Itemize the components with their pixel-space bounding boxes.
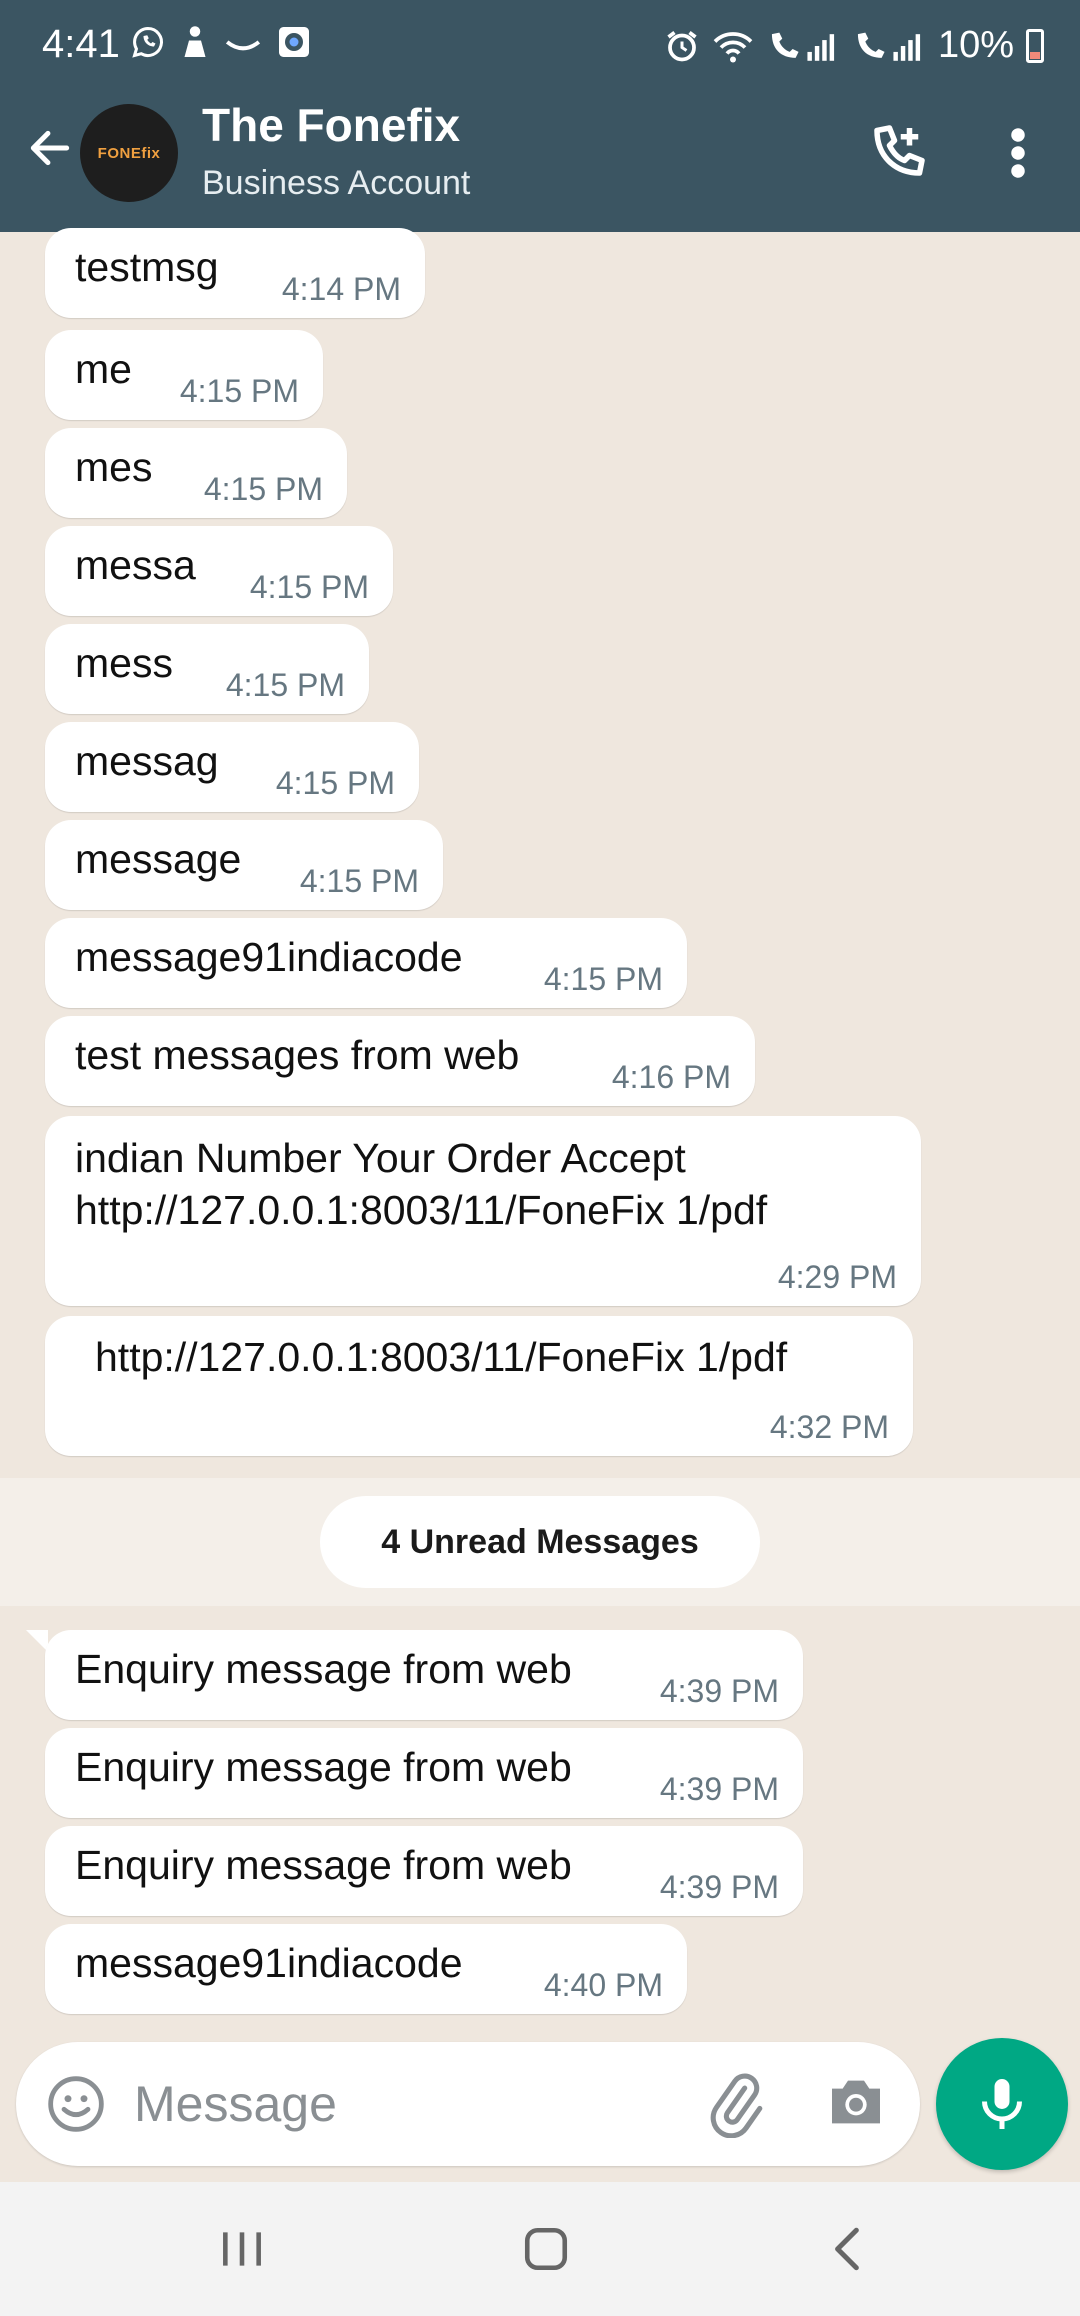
message-time: 4:14 PM [281, 271, 401, 307]
home-icon [524, 2227, 568, 2271]
message-time: 4:39 PM [659, 1673, 779, 1709]
message-text: mess [75, 640, 173, 686]
avatar[interactable]: FONEfix [80, 104, 178, 202]
message-text: message [75, 836, 242, 882]
battery-percent: 10% [937, 24, 1014, 66]
camera-button[interactable] [824, 2072, 892, 2136]
message-time: 4:29 PM [777, 1259, 897, 1295]
message-time: 4:15 PM [179, 373, 299, 409]
bubble-tail [26, 1630, 48, 1652]
recents-icon [223, 2232, 261, 2266]
person-icon [184, 26, 206, 57]
message-time: 4:15 PM [225, 667, 345, 703]
emoji-button[interactable] [44, 2072, 108, 2136]
status-bar: 4:41 10% [0, 0, 1080, 92]
back-nav-button[interactable] [808, 2214, 888, 2284]
message-bubble[interactable]: Enquiry message from web 4:39 PM [45, 1630, 803, 1720]
message-text: message91indiacode [75, 934, 463, 980]
message-time: 4:40 PM [543, 1967, 663, 2003]
system-nav-bar [0, 2182, 1080, 2316]
chevron-left-icon [835, 2227, 859, 2271]
message-time: 4:15 PM [299, 863, 419, 899]
message-bubble[interactable]: Enquiry message from web 4:39 PM [45, 1728, 803, 1818]
status-left-icons [130, 24, 312, 60]
message-text: indian Number Your Order Accept http://1… [75, 1135, 768, 1233]
contact-name[interactable]: The Fonefix [202, 98, 460, 152]
more-options-button[interactable] [1000, 118, 1036, 188]
message-bubble[interactable]: message91indiacode 4:40 PM [45, 1924, 687, 2014]
unread-messages-label: 4 Unread Messages [320, 1496, 760, 1588]
message-time: 4:15 PM [275, 765, 395, 801]
message-text: http://127.0.0.1:8003/11/FoneFix 1/pdf [95, 1334, 788, 1380]
status-time: 4:41 [42, 22, 120, 66]
message-time: 4:15 PM [203, 471, 323, 507]
message-composer [16, 2042, 920, 2166]
recent-apps-button[interactable] [202, 2214, 282, 2284]
message-input[interactable] [134, 2064, 694, 2144]
message-text: messa [75, 542, 196, 588]
status-right-icons: 10% [664, 24, 1044, 67]
battery-icon [1026, 28, 1044, 63]
message-text: Enquiry message from web [75, 1646, 572, 1692]
message-text: messag [75, 738, 219, 784]
paperclip-icon [710, 2073, 763, 2139]
message-time: 4:16 PM [611, 1059, 731, 1095]
more-vertical-icon [1011, 128, 1025, 178]
message-time: 4:32 PM [769, 1409, 889, 1445]
emoji-icon [48, 2076, 104, 2132]
message-text: testmsg [75, 244, 219, 290]
microphone-icon [982, 2079, 1022, 2129]
message-bubble[interactable]: mes 4:15 PM [45, 428, 347, 518]
message-time: 4:15 PM [249, 569, 369, 605]
message-bubble[interactable]: messa 4:15 PM [45, 526, 393, 616]
add-call-button[interactable] [862, 118, 932, 188]
arrow-left-icon [30, 130, 70, 166]
wifi-icon [713, 31, 753, 62]
message-text: Enquiry message from web [75, 1842, 572, 1888]
back-button[interactable] [18, 116, 82, 180]
camera-icon [832, 2080, 880, 2124]
message-text: mes [75, 444, 153, 490]
alarm-icon [667, 30, 697, 61]
message-bubble[interactable]: indian Number Your Order Accept http://1… [45, 1116, 921, 1306]
home-button[interactable] [506, 2214, 586, 2284]
message-bubble[interactable]: Enquiry message from web 4:39 PM [45, 1826, 803, 1916]
chat-header[interactable]: FONEfix The Fonefix Business Account [0, 92, 1080, 232]
smile-icon [225, 40, 261, 51]
message-bubble[interactable]: testmsg 4:14 PM [45, 228, 425, 318]
message-bubble[interactable]: messag 4:15 PM [45, 722, 419, 812]
message-text: me [75, 346, 132, 392]
message-bubble[interactable]: test messages from web 4:16 PM [45, 1016, 755, 1106]
message-bubble[interactable]: me 4:15 PM [45, 330, 323, 420]
message-bubble[interactable]: mess 4:15 PM [45, 624, 369, 714]
message-text: test messages from web [75, 1032, 520, 1078]
chat-area[interactable]: testmsg 4:14 PM me 4:15 PM mes 4:15 PM m… [0, 228, 1080, 2032]
top-bar: 4:41 10% FONEfix The Fonefix Business Ac… [0, 0, 1080, 232]
message-time: 4:39 PM [659, 1771, 779, 1807]
attach-button[interactable] [702, 2070, 770, 2139]
avatar-logo: FONEfix [97, 144, 161, 162]
message-bubble[interactable]: http://127.0.0.1:8003/11/FoneFix 1/pdf 4… [45, 1316, 913, 1456]
message-bubble[interactable]: message 4:15 PM [45, 820, 443, 910]
phone-plus-icon [874, 125, 925, 176]
call-signal-1-icon [771, 32, 835, 61]
message-text: Enquiry message from web [75, 1744, 572, 1790]
whatsapp-icon [132, 26, 163, 58]
message-time: 4:15 PM [543, 961, 663, 997]
message-bubble[interactable]: message91indiacode 4:15 PM [45, 918, 687, 1008]
message-time: 4:39 PM [659, 1869, 779, 1905]
voice-message-button[interactable] [936, 2038, 1068, 2170]
message-text: message91indiacode [75, 1940, 463, 1986]
call-signal-2-icon [857, 32, 921, 61]
contact-subtitle: Business Account [202, 164, 471, 202]
camera-app-icon [279, 27, 309, 57]
